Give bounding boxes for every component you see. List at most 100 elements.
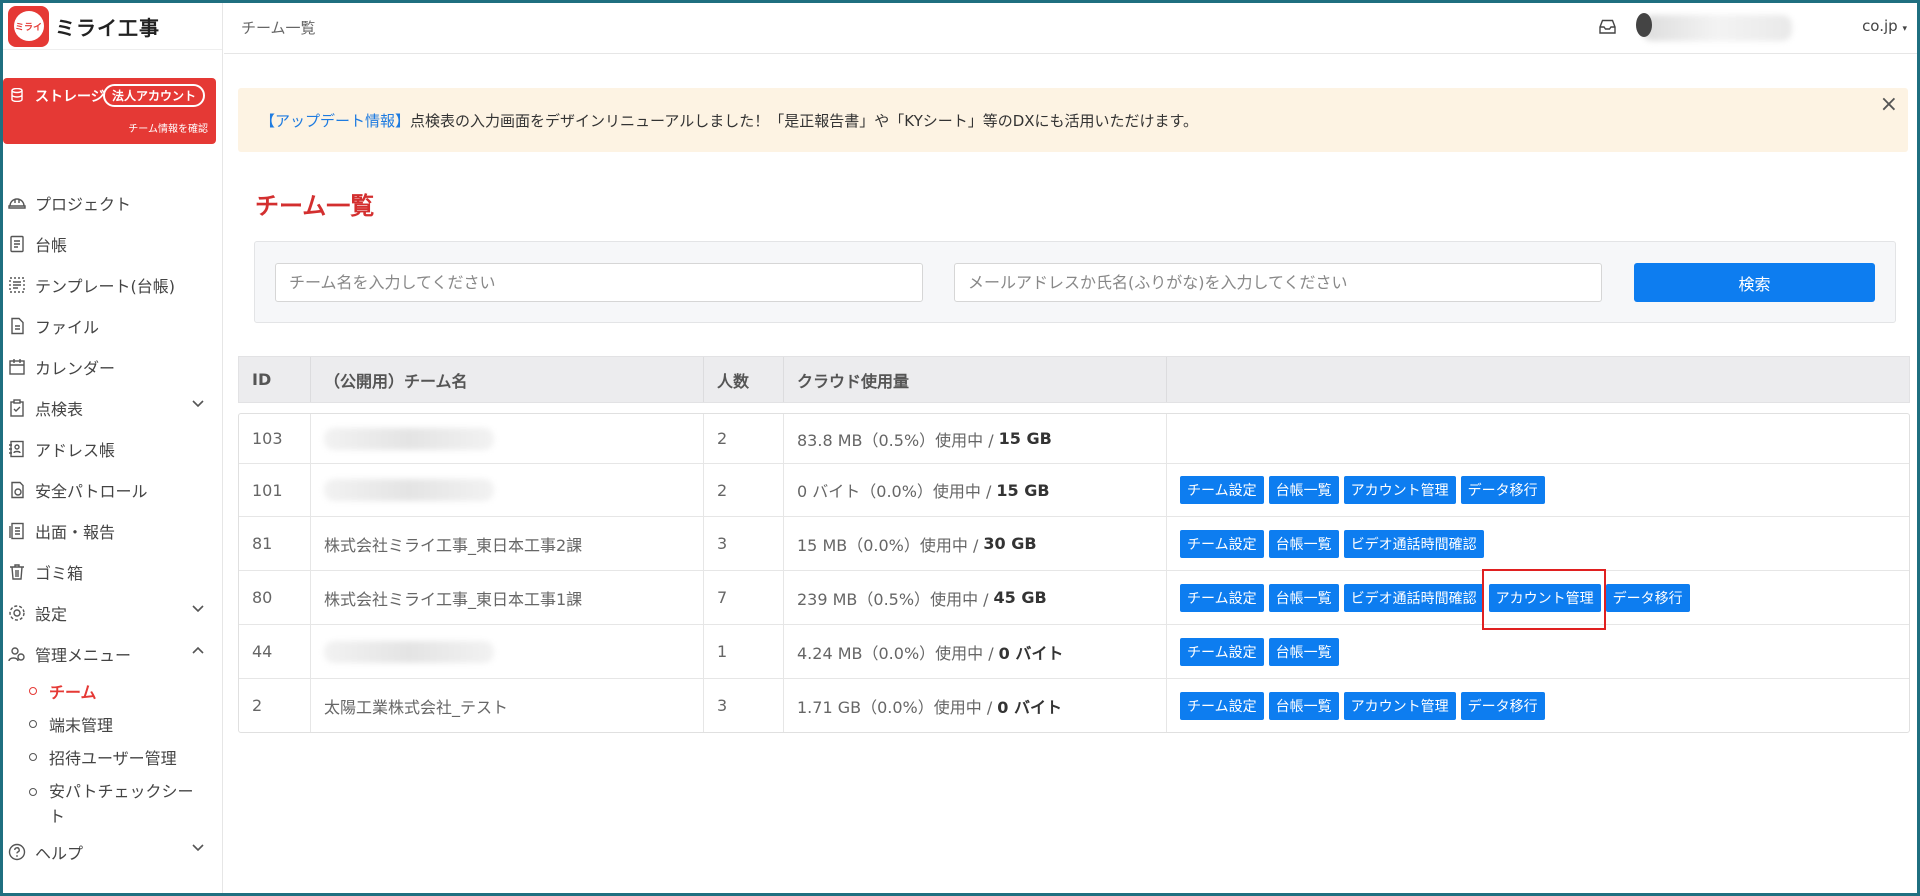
template-icon (7, 275, 27, 295)
team-settings-button[interactable]: チーム設定 (1180, 529, 1264, 558)
ledger-list-button[interactable]: 台帳一覧 (1268, 476, 1339, 504)
bullet-icon (29, 686, 37, 695)
user-name-blurred (1642, 15, 1792, 41)
sidebar-item-settings[interactable]: 設定 (3, 592, 222, 633)
team-name-input[interactable] (275, 263, 923, 302)
alert-tag[interactable]: 【アップデート情報】 (260, 110, 410, 131)
sidebar: ミライ ミライ工事 ストレージ 法人アカウント チーム情報を確認 プロジェクト … (3, 3, 223, 893)
cell-member-count: 2 (704, 464, 784, 516)
video-call-time-button[interactable]: ビデオ通話時間確認 (1343, 583, 1484, 612)
table-row: 44 1 4.24 MB（0.0%） 使用中 /0 バイト チーム設定 台帳一覧 (239, 625, 1909, 679)
team-name-blurred (324, 479, 494, 501)
sidebar-item-admin-menu[interactable]: 管理メニュー (3, 633, 222, 674)
cell-team-name (311, 414, 704, 463)
close-icon[interactable]: × (1880, 92, 1898, 117)
table-row: 81 株式会社ミライ工事_東日本工事2課 3 15 MB（0.0%） 使用中 /3… (239, 517, 1909, 571)
sidebar-item-safety-patrol[interactable]: 安全パトロール (3, 469, 222, 510)
file-icon (7, 316, 27, 336)
app-logo[interactable]: ミライ ミライ工事 (3, 3, 222, 50)
storage-label: ストレージ (35, 89, 105, 105)
sidebar-item-calendar[interactable]: カレンダー (3, 346, 222, 387)
sidebar-item-project[interactable]: プロジェクト (3, 182, 222, 223)
column-header-members: 人数 (704, 357, 784, 402)
team-settings-button[interactable]: チーム設定 (1180, 691, 1264, 720)
team-settings-button[interactable]: チーム設定 (1180, 476, 1264, 504)
cell-id: 2 (239, 679, 311, 732)
gear-icon (7, 603, 27, 623)
team-name-blurred (324, 640, 494, 663)
column-header-cloud-usage: クラウド使用量 (784, 357, 1167, 402)
submenu-item-invited-users[interactable]: 招待ユーザー管理 (3, 740, 222, 773)
submenu-item-device-management[interactable]: 端末管理 (3, 707, 222, 740)
bullet-icon (29, 752, 37, 761)
ledger-list-button[interactable]: 台帳一覧 (1268, 583, 1339, 612)
sidebar-item-template[interactable]: テンプレート(台帳) (3, 264, 222, 305)
inbox-icon[interactable] (1599, 19, 1616, 34)
team-info-link[interactable]: チーム情報を確認 (128, 120, 208, 135)
sidebar-item-inspection[interactable]: 点検表 (3, 387, 222, 428)
corporate-account-badge: 法人アカウント (103, 84, 206, 107)
sidebar-item-label: 出面・報告 (35, 522, 116, 542)
ledger-icon (7, 234, 27, 254)
cell-id: 101 (239, 464, 311, 516)
logo-text: ミライ工事 (55, 15, 160, 40)
search-button[interactable]: 検索 (1634, 263, 1875, 302)
sidebar-item-help[interactable]: ヘルプ (3, 831, 222, 872)
sidebar-item-file[interactable]: ファイル (3, 305, 222, 346)
account-management-button[interactable]: アカウント管理 (1488, 583, 1601, 612)
account-management-button[interactable]: アカウント管理 (1343, 476, 1456, 504)
address-book-icon (7, 439, 27, 459)
sidebar-nav: プロジェクト 台帳 テンプレート(台帳) ファイル カレンダー 点検表 アドレス… (3, 182, 222, 872)
cell-member-count: 2 (704, 414, 784, 463)
clipboard-icon (7, 398, 27, 418)
data-migration-button[interactable]: データ移行 (1460, 691, 1545, 720)
cell-cloud-usage: 4.24 MB（0.0%） 使用中 /0 バイト (784, 625, 1167, 678)
account-management-button[interactable]: アカウント管理 (1343, 691, 1456, 720)
trash-icon (7, 562, 27, 582)
table-header: ID （公開用）チーム名 人数 クラウド使用量 (238, 356, 1910, 403)
cell-cloud-usage: 239 MB（0.5%） 使用中 /45 GB (784, 571, 1167, 624)
cell-team-name (311, 464, 704, 516)
ledger-list-button[interactable]: 台帳一覧 (1268, 691, 1339, 720)
data-migration-button[interactable]: データ移行 (1605, 583, 1690, 612)
cell-id: 80 (239, 571, 311, 624)
ledger-list-button[interactable]: 台帳一覧 (1268, 637, 1339, 666)
chevron-down-icon[interactable] (192, 605, 204, 613)
data-migration-button[interactable]: データ移行 (1460, 476, 1545, 504)
ledger-list-button[interactable]: 台帳一覧 (1268, 529, 1339, 558)
helmet-icon (7, 193, 27, 213)
sidebar-item-address-book[interactable]: アドレス帳 (3, 428, 222, 469)
top-header: チーム一覧 co.jp ▾ (224, 3, 1917, 54)
team-table: 103 2 83.8 MB（0.5%） 使用中 /15 GB 101 2 0 バイ… (238, 413, 1910, 733)
sidebar-item-label: 安全パトロール (35, 481, 148, 501)
breadcrumb: チーム一覧 (241, 19, 316, 37)
storage-card[interactable]: ストレージ 法人アカウント チーム情報を確認 (3, 78, 216, 144)
chevron-down-icon[interactable] (192, 844, 204, 852)
team-settings-button[interactable]: チーム設定 (1180, 637, 1264, 666)
sidebar-item-report[interactable]: 出面・報告 (3, 510, 222, 551)
alert-message: 点検表の入力画面をデザインリニューアルしました！「是正報告書」や「KYシート」等… (410, 111, 1199, 130)
update-alert: 【アップデート情報】 点検表の入力画面をデザインリニューアルしました！「是正報告… (238, 88, 1908, 152)
avatar[interactable] (1636, 13, 1652, 37)
database-icon (11, 88, 23, 102)
cell-cloud-usage: 83.8 MB（0.5%） 使用中 /15 GB (784, 414, 1167, 463)
column-header-id: ID (239, 357, 311, 402)
chevron-up-icon[interactable] (192, 646, 204, 654)
sidebar-item-label: ファイル (35, 317, 100, 337)
sidebar-item-ledger[interactable]: 台帳 (3, 223, 222, 264)
member-search-input[interactable] (954, 263, 1602, 302)
chevron-down-icon[interactable] (192, 400, 204, 408)
sidebar-item-label: 点検表 (35, 399, 84, 419)
sidebar-item-label: 設定 (35, 604, 68, 624)
submenu-item-patrol-checksheet[interactable]: 安パトチェックシート (3, 773, 222, 826)
video-call-time-button[interactable]: ビデオ通話時間確認 (1343, 529, 1484, 558)
user-menu[interactable]: co.jp ▾ (1862, 17, 1907, 35)
team-settings-button[interactable]: チーム設定 (1180, 583, 1264, 612)
table-row: 101 2 0 バイト（0.0%） 使用中 /15 GB チーム設定 台帳一覧 ア… (239, 464, 1909, 517)
sidebar-item-trash[interactable]: ゴミ箱 (3, 551, 222, 592)
submenu-item-team[interactable]: チーム (3, 674, 222, 707)
calendar-icon (7, 357, 27, 377)
column-header-team-name: （公開用）チーム名 (311, 357, 704, 402)
highlighted-action: アカウント管理 (1481, 568, 1606, 630)
sidebar-item-label: アドレス帳 (35, 440, 116, 460)
